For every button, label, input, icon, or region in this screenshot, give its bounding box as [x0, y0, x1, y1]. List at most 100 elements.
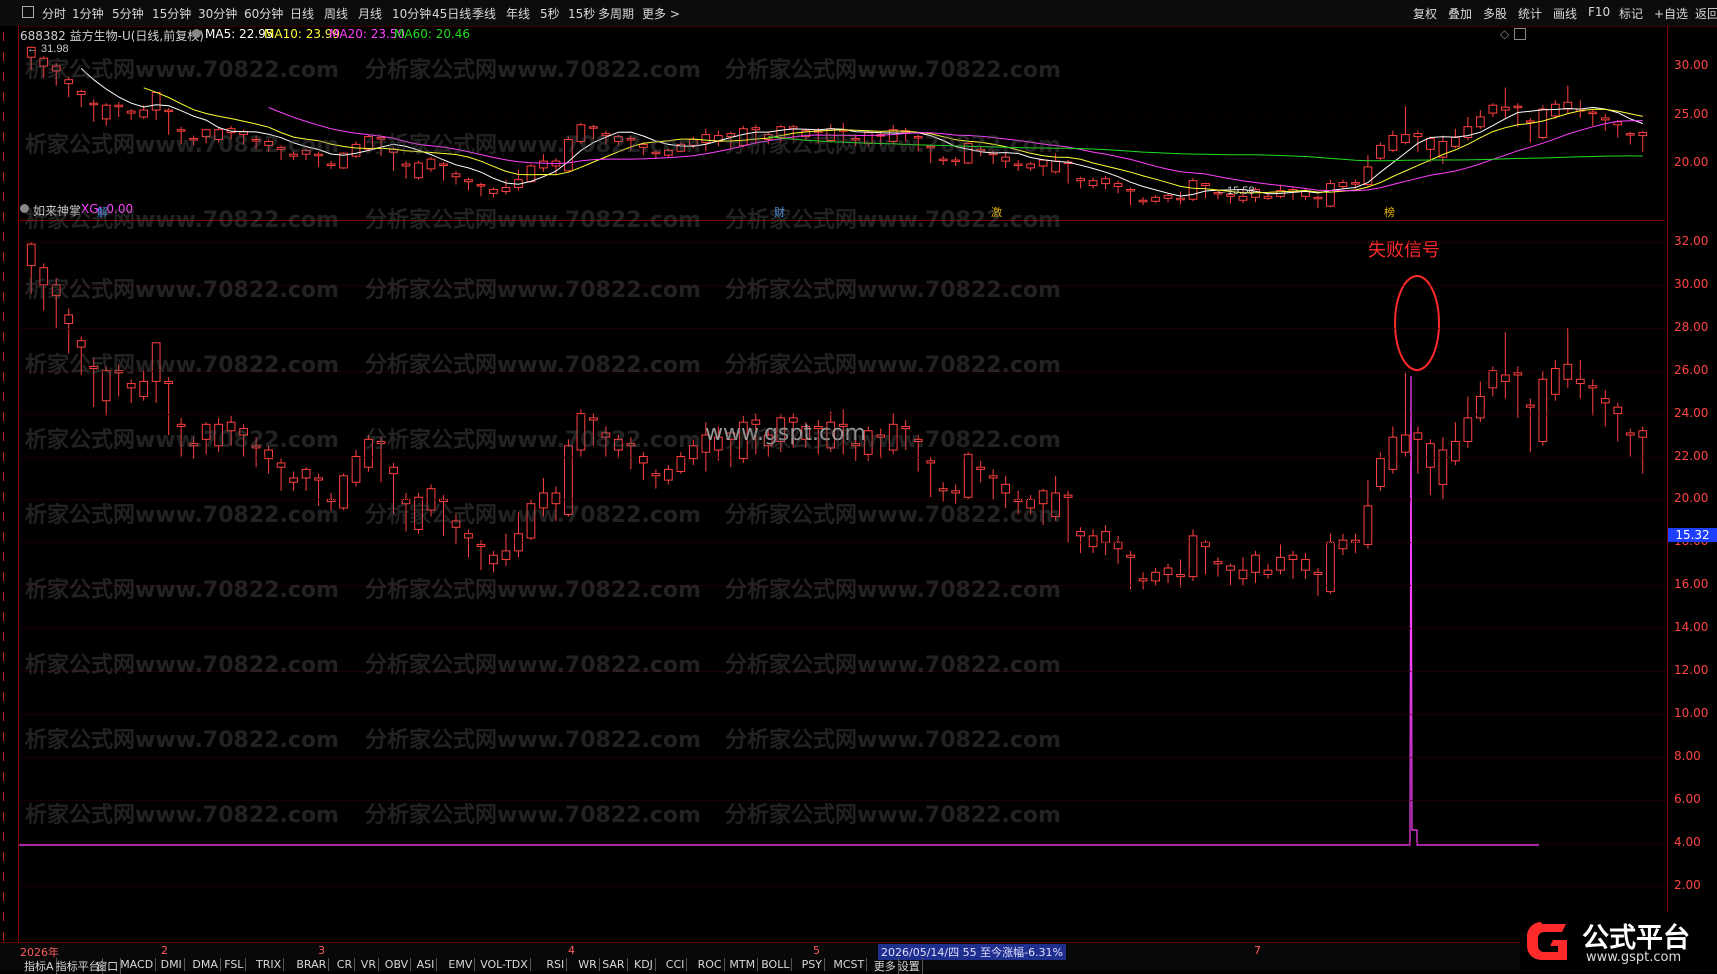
indicator-tab-22[interactable]: BOLL: [759, 958, 793, 971]
indicator-tab-17[interactable]: SAR: [600, 958, 628, 971]
diamond-icon[interactable]: ◇: [1500, 27, 1509, 41]
indicator-tab-24[interactable]: MCST: [831, 958, 868, 971]
candle-body: [301, 149, 311, 155]
candle-body: [176, 129, 186, 132]
period-3[interactable]: 15分钟: [152, 5, 191, 22]
grid-line: [20, 628, 1667, 630]
tool-2[interactable]: 多股: [1483, 5, 1507, 22]
axis-label: 28.00: [1674, 319, 1709, 334]
period-4[interactable]: 30分钟: [198, 5, 237, 22]
axis-label: 24.00: [1674, 405, 1709, 420]
tool-3[interactable]: 统计: [1518, 5, 1542, 22]
period-12[interactable]: 年线: [506, 5, 530, 22]
indicator-tab-7[interactable]: TRIX: [254, 958, 285, 971]
indicator-tab-16[interactable]: WR: [576, 958, 600, 971]
event-marker[interactable]: 榜: [1384, 205, 1395, 219]
candle-body: [1588, 385, 1598, 389]
indicator-tab-4[interactable]: DMI: [159, 958, 185, 971]
candle-body: [926, 460, 936, 464]
candle-body: [1475, 395, 1485, 419]
tool-7[interactable]: +自选: [1654, 5, 1688, 22]
period-0[interactable]: 分时: [42, 5, 66, 22]
event-marker[interactable]: 财: [774, 205, 785, 219]
indicator-tab-15[interactable]: RSI: [544, 958, 568, 971]
indicator-tab-8[interactable]: BRAR: [294, 958, 330, 971]
indicator-tab-5[interactable]: DMA: [190, 958, 221, 971]
tool-8[interactable]: 返回: [1695, 5, 1717, 22]
candle-body: [39, 57, 49, 67]
candle-body: [501, 187, 511, 192]
indicator-tab-21[interactable]: MTM: [727, 958, 759, 971]
candle-body: [1001, 156, 1011, 162]
indicator-tab-6[interactable]: FSL: [222, 958, 247, 971]
settings-dot-icon[interactable]: [192, 29, 201, 38]
window-icon[interactable]: [1514, 28, 1526, 40]
period-2[interactable]: 5分钟: [112, 5, 144, 22]
candle-body: [988, 475, 998, 479]
grid-line: [20, 284, 1667, 286]
indicator-tab-23[interactable]: PSY: [800, 958, 825, 971]
indicator-tab-26[interactable]: 设置: [896, 958, 923, 974]
period-8[interactable]: 月线: [358, 5, 382, 22]
indicator-tab-3[interactable]: MACD: [118, 958, 157, 971]
candle-body: [376, 137, 386, 140]
tool-1[interactable]: 叠加: [1448, 5, 1472, 22]
left-tick: |: [2, 52, 6, 62]
indicator-tab-25[interactable]: 更多: [872, 958, 899, 974]
candle-body: [676, 456, 686, 473]
period-10[interactable]: 45日线: [432, 5, 471, 22]
tool-6[interactable]: 标记: [1619, 5, 1643, 22]
brand-logo: 公式平台 www.gspt.com: [1520, 912, 1717, 970]
candle-body: [663, 468, 673, 481]
period-9[interactable]: 10分钟: [392, 5, 431, 22]
period-15[interactable]: 多周期: [598, 5, 634, 22]
indicator-name: 如来神掌: [33, 204, 82, 218]
tool-0[interactable]: 复权: [1413, 5, 1437, 22]
indicator-tab-0[interactable]: 指标A: [22, 958, 57, 974]
indicator-tab-18[interactable]: KDJ: [632, 958, 656, 971]
period-14[interactable]: 15秒: [568, 5, 595, 22]
indicator-toggle-icon[interactable]: [20, 204, 29, 213]
candle-body: [651, 473, 661, 477]
grid-line: [20, 370, 1667, 372]
price-panel[interactable]: ← 31.98 ←15.58 解财激榜: [19, 26, 1665, 221]
indicator-tab-9[interactable]: CR: [335, 958, 356, 971]
tool-5[interactable]: F10: [1588, 5, 1610, 19]
period-16[interactable]: 更多 >: [642, 5, 680, 22]
indicator-tab-14[interactable]: VOL-TDX: [478, 958, 531, 971]
tool-4[interactable]: 画线: [1553, 5, 1577, 22]
period-13[interactable]: 5秒: [540, 5, 560, 22]
event-marker[interactable]: 激: [991, 205, 1002, 219]
period-6[interactable]: 日线: [290, 5, 314, 22]
price-chart-svg[interactable]: ← 31.98←15.58解财激榜: [19, 26, 1665, 220]
candle-body: [1463, 417, 1473, 442]
indicator-tab-12[interactable]: ASI: [415, 958, 438, 971]
left-tick: |: [2, 252, 6, 262]
period-11[interactable]: 季线: [472, 5, 496, 22]
period-7[interactable]: 周线: [324, 5, 348, 22]
indicator-tab-2[interactable]: 窗口: [94, 958, 122, 974]
ma5-line: [80, 68, 1643, 197]
candle-body: [264, 140, 273, 146]
toolbar: 分时 1分钟 5分钟 15分钟 30分钟 60分钟 日线 周线 月线 10分钟 45日线 季线 年线 5秒…: [0, 0, 1717, 27]
left-tick: |: [2, 92, 6, 102]
candle-body: [589, 417, 598, 421]
period-1[interactable]: 1分钟: [72, 5, 104, 22]
period-5[interactable]: 60分钟: [244, 5, 283, 22]
indicator-tab-20[interactable]: ROC: [696, 958, 725, 971]
panel-toggle-icon[interactable]: [22, 6, 34, 18]
indicator-tab-10[interactable]: VR: [359, 958, 379, 971]
stock-title: 688382 益方生物-U(日线,前复权): [20, 29, 204, 43]
candle-body: [426, 158, 436, 170]
candle-body: [451, 173, 461, 178]
left-tick: |: [2, 432, 6, 442]
left-tick: |: [2, 492, 6, 502]
candle-body: [289, 153, 298, 157]
bottom-bar: 2026年 2 3 4 5 7 2026/05/14/四 55 至今涨幅-6.3…: [0, 942, 1717, 974]
candle-body: [1138, 199, 1148, 203]
indicator-tab-19[interactable]: CCI: [664, 958, 688, 971]
candle-body: [501, 550, 511, 560]
indicator-tab-11[interactable]: OBV: [383, 958, 412, 971]
indicator-tab-13[interactable]: EMV: [446, 958, 476, 971]
date-month-3: 3: [318, 944, 325, 957]
